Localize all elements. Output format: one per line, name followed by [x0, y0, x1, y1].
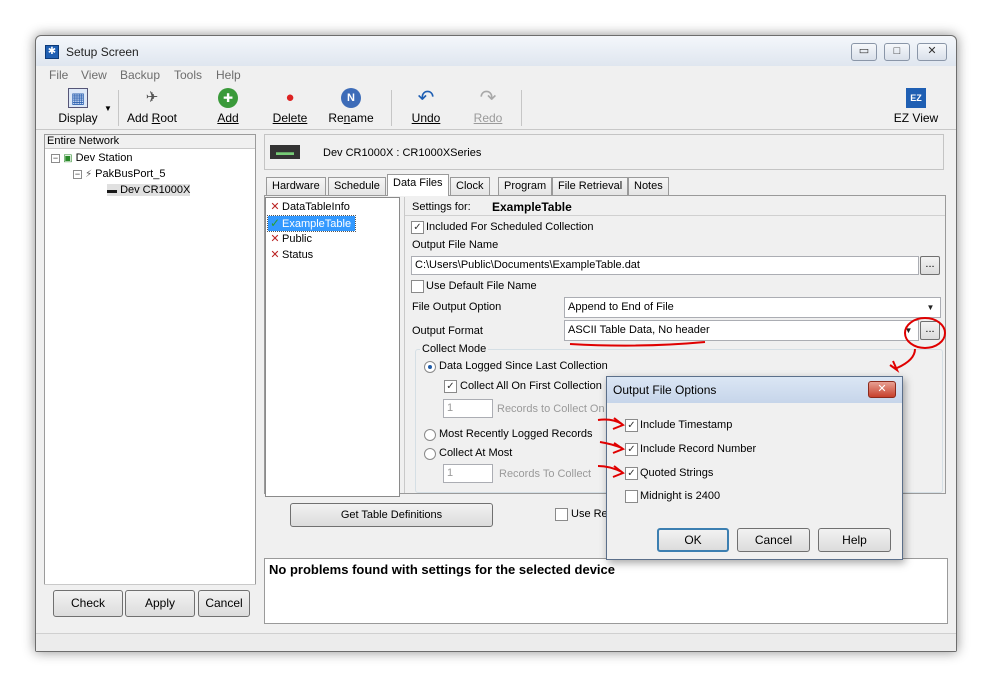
- arrow-head-annotation: [612, 417, 625, 430]
- arrow-head-annotation: [612, 442, 626, 454]
- circle-annotation: [904, 317, 946, 349]
- underline-annotation: [569, 341, 706, 347]
- tab-data-files[interactable]: Data Files: [387, 174, 449, 196]
- arrow-annotation: [896, 348, 916, 369]
- arrow-head-annotation: [889, 360, 900, 373]
- red-annotation-overlay: [569, 317, 946, 478]
- arrow-head-annotation: [612, 465, 625, 478]
